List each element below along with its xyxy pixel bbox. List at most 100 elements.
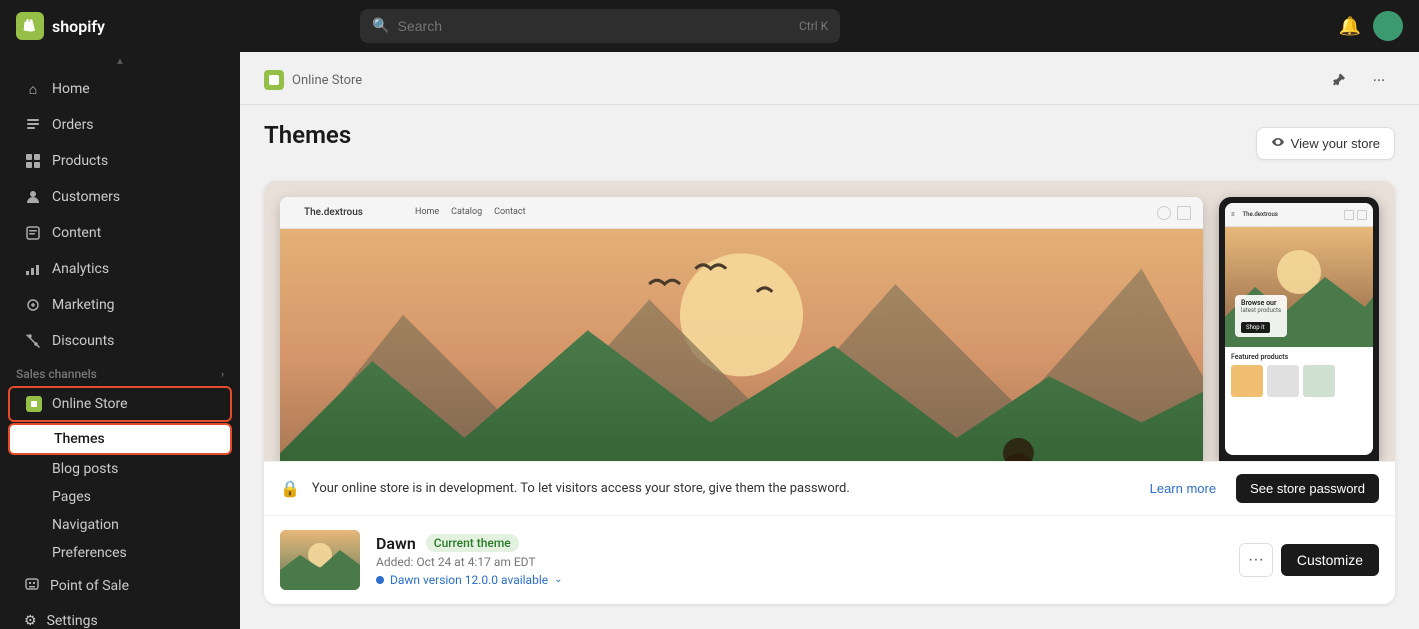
theme-more-button[interactable]: ··· bbox=[1239, 543, 1273, 577]
theme-actions: ··· Customize bbox=[1239, 543, 1379, 577]
sidebar-bottom: ⚙ Settings bbox=[0, 605, 240, 629]
page-content: Themes View your store The.dextrous bbox=[240, 105, 1419, 629]
mockup-landscape bbox=[280, 229, 1203, 461]
discounts-icon bbox=[24, 332, 42, 350]
products-icon bbox=[24, 152, 42, 170]
theme-preview-area: The.dextrous Home Catalog Contact bbox=[264, 181, 1395, 461]
product-thumb-3 bbox=[1303, 365, 1335, 397]
current-theme-badge: Current theme bbox=[426, 534, 519, 552]
avatar[interactable] bbox=[1373, 11, 1403, 41]
pin-button[interactable] bbox=[1323, 64, 1355, 96]
mobile-search-icon bbox=[1344, 210, 1354, 220]
learn-more-button[interactable]: Learn more bbox=[1142, 475, 1224, 502]
bell-icon[interactable]: 🔔 bbox=[1339, 16, 1361, 37]
sidebar-item-label: Home bbox=[52, 81, 90, 97]
orders-icon bbox=[24, 116, 42, 134]
sidebar-subitem-navigation[interactable]: Navigation bbox=[8, 511, 232, 539]
customers-icon bbox=[24, 188, 42, 206]
sidebar-item-label: Orders bbox=[52, 117, 94, 133]
sidebar-item-products[interactable]: Products bbox=[8, 144, 232, 178]
top-navigation: shopify 🔍 Ctrl K 🔔 bbox=[0, 0, 1419, 52]
sidebar-item-settings[interactable]: ⚙ Settings bbox=[8, 605, 232, 629]
customize-button[interactable]: Customize bbox=[1281, 544, 1379, 576]
breadcrumb: Online Store bbox=[264, 70, 362, 90]
preferences-label: Preferences bbox=[52, 545, 127, 561]
sidebar-item-discounts[interactable]: Discounts bbox=[8, 324, 232, 358]
pos-icon bbox=[24, 576, 40, 596]
sidebar-item-label: Products bbox=[52, 153, 108, 169]
mockup-nav-catalog: Catalog bbox=[451, 207, 482, 217]
browse-subtitle: latest products bbox=[1241, 307, 1281, 314]
view-store-button[interactable]: View your store bbox=[1256, 127, 1395, 160]
mobile-inner: ≡ The.dextrous bbox=[1225, 203, 1373, 455]
more-icon: ··· bbox=[1373, 71, 1386, 90]
sidebar-item-home[interactable]: ⌂ Home bbox=[8, 72, 232, 106]
mockup-nav-home: Home bbox=[415, 207, 439, 217]
main-layout: ▲ ⌂ Home Orders Products Customers bbox=[0, 52, 1419, 629]
browse-title: Browse our bbox=[1241, 299, 1281, 307]
mockup-bag-icon bbox=[1177, 206, 1191, 220]
shopify-logo-icon bbox=[16, 12, 44, 40]
sidebar-subitem-themes[interactable]: Themes bbox=[8, 423, 232, 455]
theme-name: Dawn bbox=[376, 534, 416, 553]
sidebar-item-label: Customers bbox=[52, 189, 120, 205]
featured-title: Featured products bbox=[1231, 353, 1367, 361]
search-shortcut: Ctrl K bbox=[799, 19, 828, 33]
pages-label: Pages bbox=[52, 489, 91, 505]
sales-channels-section[interactable]: Sales channels › bbox=[0, 359, 240, 385]
online-store-icon bbox=[26, 396, 42, 412]
sidebar-subitem-pages[interactable]: Pages bbox=[8, 483, 232, 511]
mockup-toolbar: The.dextrous Home Catalog Contact bbox=[280, 197, 1203, 229]
theme-version-row[interactable]: Dawn version 12.0.0 available ⌄ bbox=[376, 573, 1223, 587]
mockup-search-icon bbox=[1157, 206, 1171, 220]
product-thumb-2 bbox=[1267, 365, 1299, 397]
lock-icon: 🔒 bbox=[280, 479, 300, 498]
sidebar-item-customers[interactable]: Customers bbox=[8, 180, 232, 214]
settings-icon: ⚙ bbox=[24, 613, 37, 629]
mobile-browse-box: Browse our latest products Shop it bbox=[1235, 295, 1287, 337]
home-icon: ⌂ bbox=[24, 80, 42, 98]
chevron-down-icon: ⌄ bbox=[554, 574, 562, 585]
sidebar: ▲ ⌂ Home Orders Products Customers bbox=[0, 52, 240, 629]
page-header: Online Store ··· bbox=[240, 52, 1419, 105]
more-options-button[interactable]: ··· bbox=[1363, 64, 1395, 96]
navigation-label: Navigation bbox=[52, 517, 119, 533]
online-store-label: Online Store bbox=[52, 396, 128, 412]
sidebar-item-orders[interactable]: Orders bbox=[8, 108, 232, 142]
sidebar-item-online-store[interactable]: Online Store bbox=[8, 386, 232, 422]
view-store-label: View your store bbox=[1291, 136, 1380, 151]
desktop-mockup: The.dextrous Home Catalog Contact bbox=[280, 197, 1203, 461]
shopify-logo[interactable]: shopify bbox=[16, 12, 105, 40]
info-banner-text: Your online store is in development. To … bbox=[312, 481, 1130, 496]
shopify-logo-text: shopify bbox=[52, 17, 105, 36]
info-banner: 🔒 Your online store is in development. T… bbox=[264, 461, 1395, 515]
chevron-icon: › bbox=[221, 369, 224, 380]
theme-card: The.dextrous Home Catalog Contact bbox=[264, 181, 1395, 604]
sidebar-item-point-of-sale[interactable]: Point of Sale bbox=[8, 568, 232, 604]
sidebar-item-content[interactable]: Content bbox=[8, 216, 232, 250]
sidebar-subitem-blog-posts[interactable]: Blog posts bbox=[8, 455, 232, 483]
see-password-button[interactable]: See store password bbox=[1236, 474, 1379, 503]
themes-label: Themes bbox=[54, 431, 105, 447]
eye-icon bbox=[1271, 135, 1285, 152]
sidebar-item-label: Content bbox=[52, 225, 101, 241]
search-input[interactable] bbox=[398, 18, 791, 34]
featured-section: Featured products bbox=[1225, 347, 1373, 403]
sidebar-item-label: Discounts bbox=[52, 333, 114, 349]
scroll-up-indicator: ▲ bbox=[0, 52, 240, 71]
sidebar-item-marketing[interactable]: Marketing bbox=[8, 288, 232, 322]
top-nav-right: 🔔 bbox=[1339, 11, 1403, 41]
shop-btn: Shop it bbox=[1241, 322, 1270, 333]
theme-name-row: Dawn Current theme bbox=[376, 534, 1223, 553]
breadcrumb-label: Online Store bbox=[292, 73, 362, 88]
mockup-toolbar-icons bbox=[1157, 206, 1191, 220]
sidebar-item-analytics[interactable]: Analytics bbox=[8, 252, 232, 286]
search-bar[interactable]: 🔍 Ctrl K bbox=[360, 9, 840, 43]
more-dots-icon: ··· bbox=[1248, 551, 1264, 569]
sidebar-subitem-preferences[interactable]: Preferences bbox=[8, 539, 232, 567]
featured-products bbox=[1231, 365, 1367, 397]
mobile-landscape: Browse our latest products Shop it bbox=[1225, 227, 1373, 347]
pos-label: Point of Sale bbox=[50, 578, 129, 594]
mobile-menu-icon: ≡ bbox=[1231, 211, 1235, 218]
mobile-site-name: The.dextrous bbox=[1243, 211, 1278, 218]
